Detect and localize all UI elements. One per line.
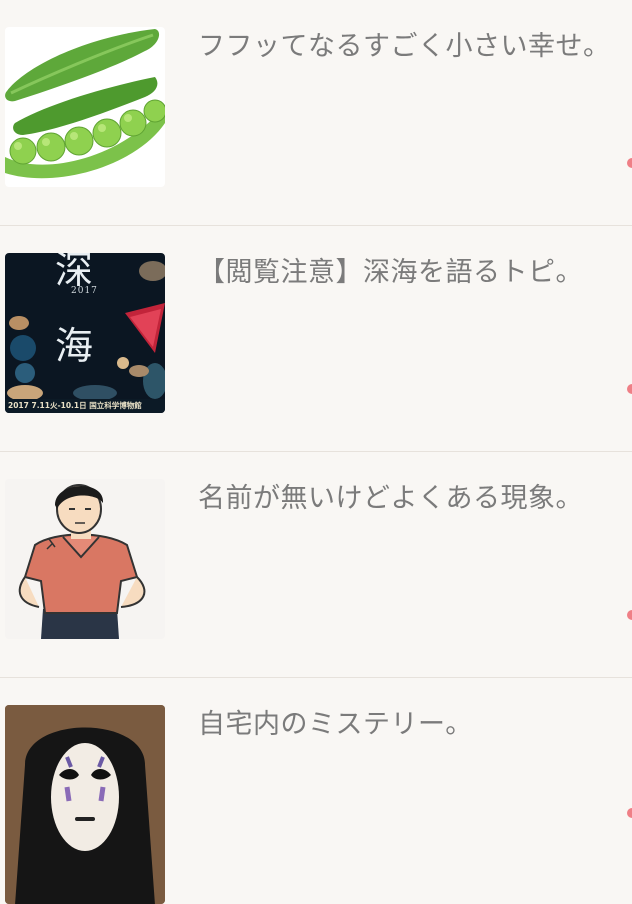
poster-kanji-main: 海 [55,324,94,368]
poster-year: 2017 [71,286,98,296]
green-peas-icon [5,29,165,179]
topic-row[interactable]: 深 2017 海 2017 7.11火-10.1日 国立科学博物館 【閲覧注意】… [0,226,632,452]
topic-list: フフッてなるすごく小さい幸せ。 深 2017 海 2017 7.11火-10.1… [0,0,632,904]
topic-thumbnail[interactable] [5,479,165,639]
topic-title[interactable]: 【閲覧注意】深海を語るトピ。 [198,254,583,292]
unread-dot [627,384,632,394]
unread-dot [627,158,632,168]
man-illustration-icon [18,484,146,639]
unread-dot [627,610,632,620]
topic-thumbnail[interactable] [5,27,165,187]
topic-row[interactable]: 自宅内のミステリー。 [0,678,632,904]
topic-title[interactable]: フフッてなるすごく小さい幸せ。 [198,28,611,66]
unread-dot [627,808,632,818]
poster-footer: 2017 7.11火-10.1日 国立科学博物館 [5,399,165,413]
topic-title[interactable]: 名前が無いけどよくある現象。 [198,480,583,518]
topic-thumbnail[interactable]: 深 2017 海 2017 7.11火-10.1日 国立科学博物館 [5,253,165,413]
topic-thumbnail[interactable] [5,705,165,904]
topic-row[interactable]: 名前が無いけどよくある現象。 [0,452,632,678]
topic-row[interactable]: フフッてなるすごく小さい幸せ。 [0,0,632,226]
topic-title[interactable]: 自宅内のミステリー。 [198,706,473,744]
no-face-icon [5,705,165,904]
